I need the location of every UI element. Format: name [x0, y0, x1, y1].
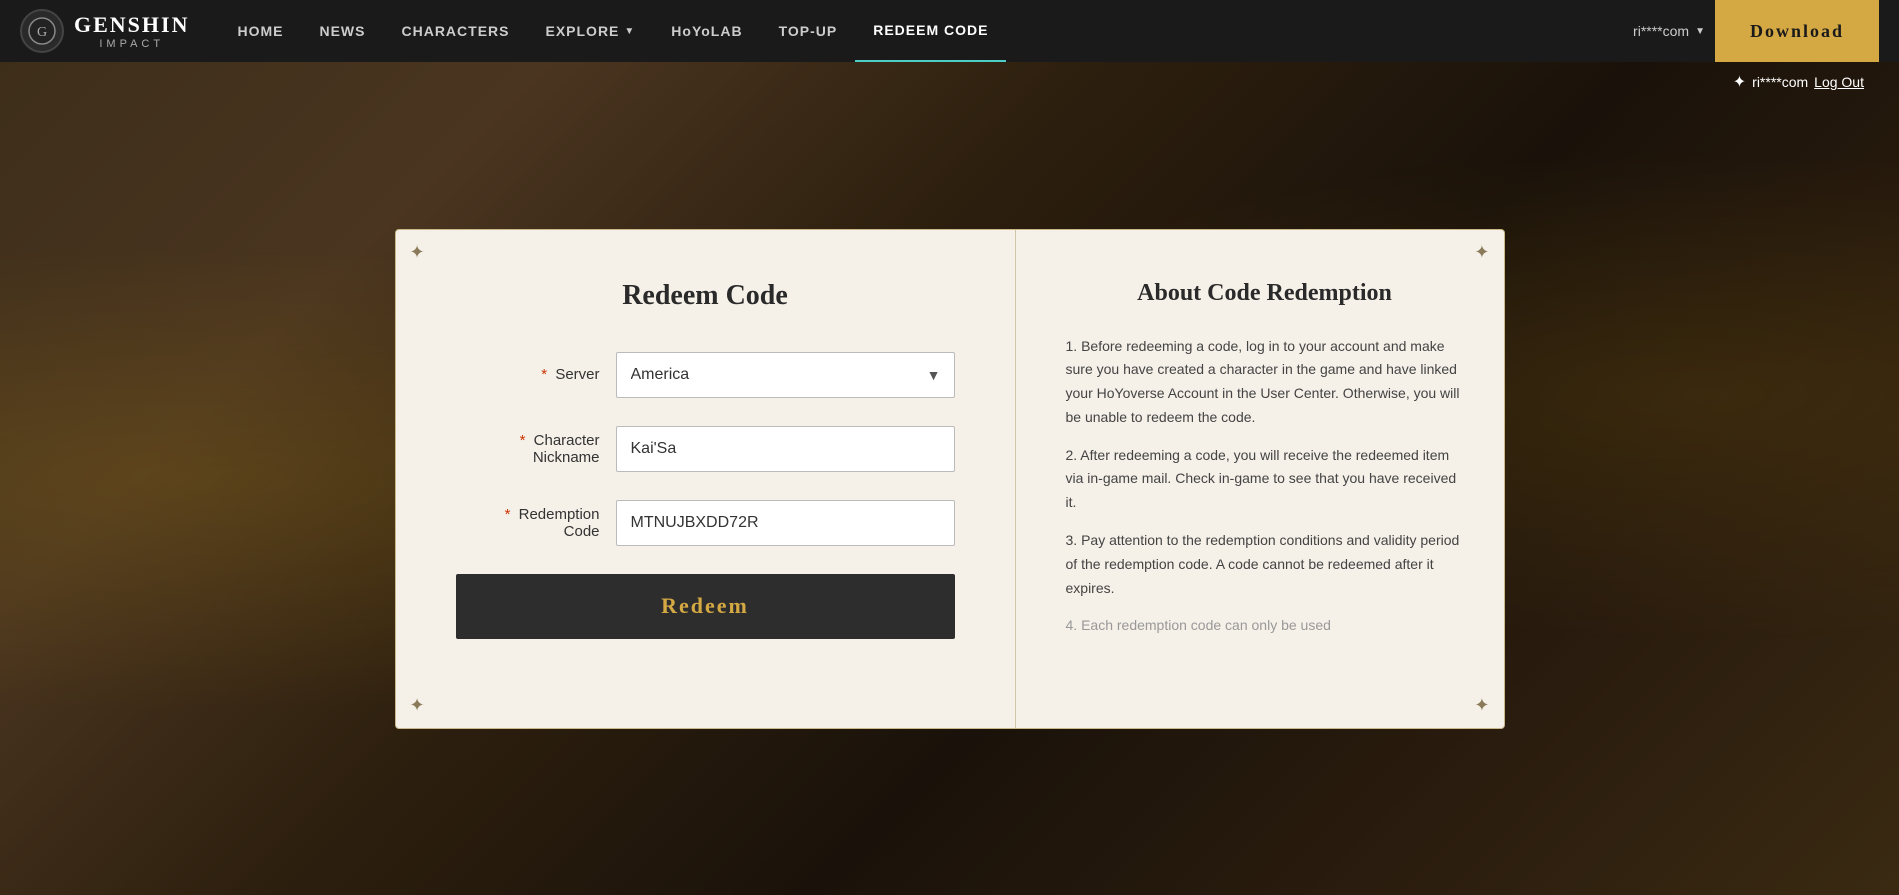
instruction-2: 2. After redeeming a code, you will rece… [1066, 444, 1464, 515]
user-bar-username: ri****com [1752, 74, 1808, 90]
required-star-server: * [541, 366, 547, 383]
instruction-3: 3. Pay attention to the redemption condi… [1066, 529, 1464, 600]
nav-link-characters[interactable]: CHARACTERS [383, 0, 527, 62]
modal-corner-br: ✦ [1474, 695, 1489, 716]
server-select-wrapper: America Europe Asia TW, HK, MO ▼ [616, 352, 955, 398]
explore-dropdown-icon: ▼ [624, 26, 635, 37]
required-star-nickname: * [520, 432, 526, 449]
logo-sub-text: IMPACT [74, 38, 189, 50]
nickname-label: * CharacterNickname [456, 432, 616, 466]
explore-label: EXPLORE [545, 23, 619, 39]
user-bar: ✦ ri****com Log Out [1718, 62, 1879, 102]
redemption-code-input[interactable] [616, 500, 955, 546]
logo-icon: G [20, 9, 64, 53]
nav-links: HOME NEWS CHARACTERS EXPLORE ▼ HoYoLAB T… [219, 0, 1633, 62]
logo-main-text: GENSHIN [74, 12, 189, 38]
logo-text-block: GENSHIN IMPACT [74, 12, 189, 50]
navbar: G GENSHIN IMPACT HOME NEWS CHARACTERS EX… [0, 0, 1899, 62]
user-bar-star: ✦ [1733, 72, 1746, 92]
server-label: * Server [456, 366, 616, 383]
nav-link-home[interactable]: HOME [219, 0, 301, 62]
user-dropdown-icon: ▼ [1695, 26, 1705, 37]
nav-link-explore[interactable]: EXPLORE ▼ [527, 0, 653, 62]
modal-left-panel: Redeem Code * Server America Europe Asia… [396, 230, 1016, 728]
nav-link-redeem-code[interactable]: REDEEM CODE [855, 0, 1006, 62]
redeem-modal: ✦ ✦ Redeem Code * Server America Europe … [395, 229, 1505, 729]
code-label: * RedemptionCode [456, 506, 616, 540]
form-row-nickname: * CharacterNickname [456, 426, 955, 472]
required-star-code: * [505, 506, 511, 523]
download-button[interactable]: Download [1715, 0, 1879, 62]
instruction-1: 1. Before redeeming a code, log in to yo… [1066, 335, 1464, 430]
modal-overlay: ✦ ✦ Redeem Code * Server America Europe … [0, 62, 1899, 895]
modal-right-title: About Code Redemption [1066, 280, 1464, 307]
nav-link-news[interactable]: NEWS [301, 0, 383, 62]
logout-link[interactable]: Log Out [1814, 74, 1864, 90]
nav-logo: G GENSHIN IMPACT [20, 9, 189, 53]
modal-corner-bl: ✦ [410, 695, 425, 716]
nickname-input[interactable] [616, 426, 955, 472]
nav-link-topup[interactable]: TOP-UP [761, 0, 856, 62]
modal-left-title: Redeem Code [456, 280, 955, 312]
server-select[interactable]: America Europe Asia TW, HK, MO [616, 352, 955, 398]
nav-user[interactable]: ri****com ▼ [1633, 23, 1705, 39]
form-row-server: * Server America Europe Asia TW, HK, MO … [456, 352, 955, 398]
nav-link-hoyolab[interactable]: HoYoLAB [653, 0, 760, 62]
form-row-code: * RedemptionCode [456, 500, 955, 546]
modal-right-panel: About Code Redemption 1. Before redeemin… [1016, 230, 1504, 728]
nav-username: ri****com [1633, 23, 1689, 39]
nav-right: ri****com ▼ Download [1633, 0, 1879, 62]
redeem-button[interactable]: Redeem [456, 574, 955, 639]
instruction-4: 4. Each redemption code can only be used [1066, 614, 1464, 638]
instructions-body: 1. Before redeeming a code, log in to yo… [1066, 335, 1464, 639]
svg-text:G: G [37, 25, 47, 40]
